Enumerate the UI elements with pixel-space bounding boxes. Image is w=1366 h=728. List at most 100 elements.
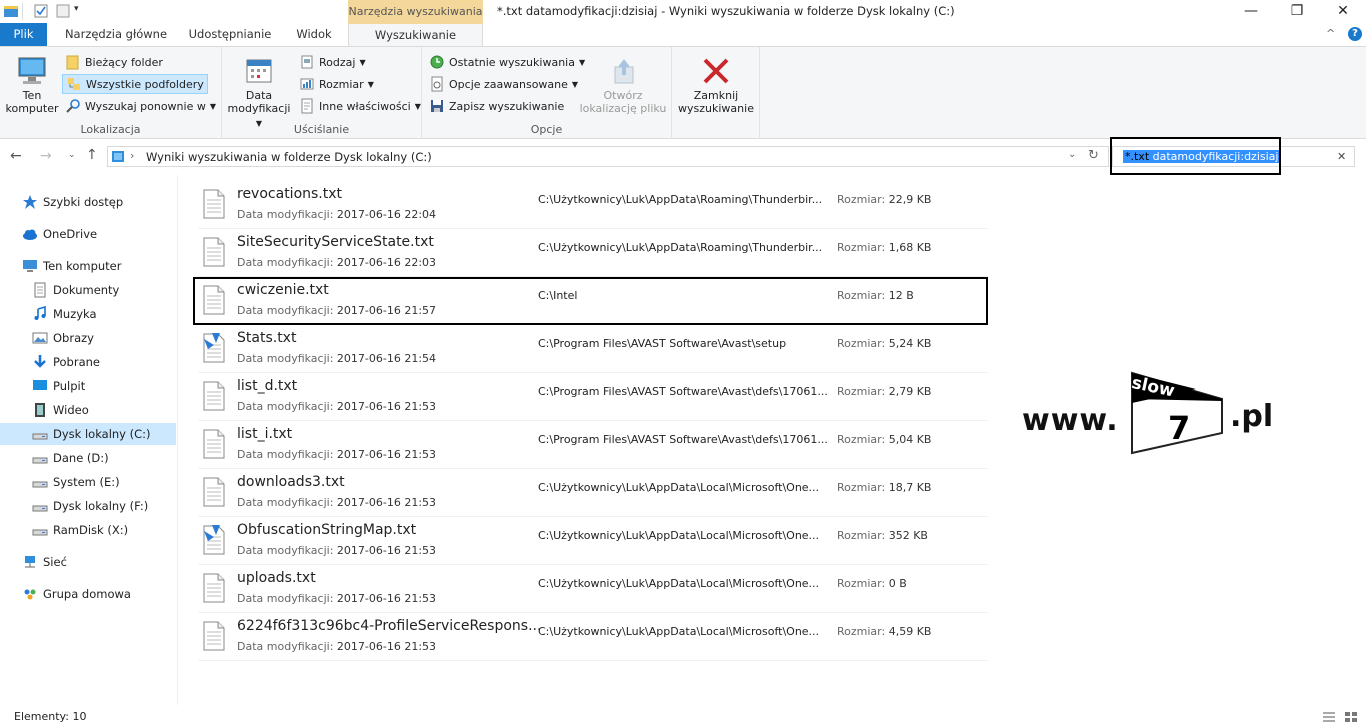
text-file-icon xyxy=(202,381,226,411)
nav-item-13[interactable]: RamDisk (X:) xyxy=(0,519,176,541)
annotation-box-search xyxy=(1110,137,1281,175)
nav-item-7[interactable]: Pulpit xyxy=(0,375,176,397)
file-size: Rozmiar: 5,24 KB xyxy=(837,337,931,350)
recent-locations-chevron-icon[interactable]: ⌄ xyxy=(68,150,76,160)
date-value: 2017-06-16 21:53 xyxy=(336,544,437,557)
back-arrow-icon[interactable]: ← xyxy=(10,148,22,164)
tab-home[interactable]: Narzędzia główne xyxy=(60,23,172,46)
file-size: Rozmiar: 1,68 KB xyxy=(837,241,931,254)
nav-item-label: Muzyka xyxy=(53,307,97,321)
size-value: 1,68 KB xyxy=(888,241,932,254)
breadcrumb-separator-icon: › xyxy=(130,149,135,162)
size-label: Rozmiar: xyxy=(837,529,886,542)
nav-item-3[interactable]: Dokumenty xyxy=(0,279,176,301)
nav-item-5[interactable]: Obrazy xyxy=(0,327,176,349)
search-again-button[interactable]: Wyszukaj ponownie w ▼ xyxy=(62,96,219,116)
nav-item-11[interactable]: System (E:) xyxy=(0,471,176,493)
minimize-button[interactable]: — xyxy=(1228,0,1274,23)
file-path: C:\Użytkownicy\Luk\AppData\Local\Microso… xyxy=(538,577,820,590)
group-options-label: Opcje xyxy=(530,123,563,136)
recent-searches-button[interactable]: Ostatnie wyszukiwania ▼ xyxy=(426,52,588,72)
tab-share[interactable]: Udostępnianie xyxy=(180,23,280,46)
new-folder-icon[interactable] xyxy=(56,4,70,18)
file-name: list_d.txt xyxy=(237,378,298,394)
maximize-button[interactable]: ❐ xyxy=(1274,0,1320,23)
result-row[interactable]: downloads3.txt Data modyfikacji: 2017-06-… xyxy=(198,469,1358,517)
nav-item-2[interactable]: Ten komputer xyxy=(0,255,176,277)
date-label: Data modyfikacji: xyxy=(237,208,334,221)
up-arrow-icon[interactable]: ↑ xyxy=(86,147,98,163)
group-refine: Data modyfikacji ▼ Rodzaj ▼ Rozmiar ▼ In… xyxy=(222,47,422,139)
nav-item-8[interactable]: Wideo xyxy=(0,399,176,421)
nav-item-9[interactable]: Dysk lokalny (C:) xyxy=(0,423,176,445)
settings-text-file-icon xyxy=(202,333,226,363)
refresh-icon[interactable]: ↻ xyxy=(1088,148,1099,163)
open-file-location-button[interactable]: Otwórz lokalizację pliku xyxy=(578,55,668,115)
current-folder-button[interactable]: Bieżący folder xyxy=(62,52,166,72)
address-dropdown-icon[interactable]: ⌄ xyxy=(1068,149,1076,160)
qat-dropdown-icon[interactable]: ▾ xyxy=(74,4,79,14)
advanced-options-button[interactable]: Opcje zaawansowane ▼ xyxy=(426,74,581,94)
tab-file[interactable]: Plik xyxy=(0,23,47,46)
nav-item-label: Szybki dostęp xyxy=(43,195,124,209)
nav-item-6[interactable]: Pobrane xyxy=(0,351,176,373)
address-bar[interactable]: › Wyniki wyszukiwania w folderze Dysk lo… xyxy=(107,146,1109,167)
nav-item-1[interactable]: OneDrive xyxy=(0,223,176,245)
date-value: 2017-06-16 21:53 xyxy=(336,448,437,461)
date-value: 2017-06-16 21:54 xyxy=(336,352,437,365)
large-icons-view-icon[interactable] xyxy=(1344,711,1358,723)
size-label: Rozmiar: xyxy=(837,433,886,446)
nav-item-12[interactable]: Dysk lokalny (F:) xyxy=(0,495,176,517)
music-icon xyxy=(32,305,48,322)
nav-item-15[interactable]: Grupa domowa xyxy=(0,583,176,605)
result-row[interactable]: revocations.txt Data modyfikacji: 2017-06… xyxy=(198,181,1358,229)
result-row[interactable]: Stats.txt Data modyfikacji: 2017-06-16 21… xyxy=(198,325,1358,373)
save-search-button[interactable]: Zapisz wyszukiwanie xyxy=(426,96,567,116)
nav-item-label: Grupa domowa xyxy=(43,587,131,601)
nav-item-0[interactable]: Szybki dostęp xyxy=(0,191,176,213)
close-window-button[interactable]: ✕ xyxy=(1320,0,1366,23)
kind-button[interactable]: Rodzaj ▼ xyxy=(296,52,369,72)
folder-app-icon[interactable] xyxy=(4,4,18,18)
nav-item-label: RamDisk (X:) xyxy=(53,523,129,537)
clear-search-icon[interactable]: ✕ xyxy=(1337,150,1346,163)
nav-item-4[interactable]: Muzyka xyxy=(0,303,176,325)
nav-item-14[interactable]: Sieć xyxy=(0,551,176,573)
address-path[interactable]: Wyniki wyszukiwania w folderze Dysk loka… xyxy=(146,150,432,164)
result-row[interactable]: ObfuscationStringMap.txt Data modyfikacji… xyxy=(198,517,1358,565)
nav-item-label: Dokumenty xyxy=(53,283,120,297)
size-value: 5,24 KB xyxy=(888,337,932,350)
date-value: 2017-06-16 22:03 xyxy=(336,256,437,269)
details-view-icon[interactable] xyxy=(1322,711,1336,723)
tab-view[interactable]: Widok xyxy=(288,23,340,46)
size-value: 0 B xyxy=(888,577,907,590)
tab-search[interactable]: Wyszukiwanie xyxy=(348,23,483,47)
desktop-icon xyxy=(32,378,48,394)
result-row[interactable]: SiteSecurityServiceState.txt Data modyfik… xyxy=(198,229,1358,277)
chevron-down-icon: ▼ xyxy=(414,101,421,111)
result-row[interactable]: uploads.txt Data modyfikacji: 2017-06-16 … xyxy=(198,565,1358,613)
properties-icon[interactable] xyxy=(34,4,48,18)
forward-arrow-icon[interactable]: → xyxy=(40,148,52,164)
collapse-ribbon-icon[interactable]: ^ xyxy=(1326,27,1335,40)
nav-item-10[interactable]: Dane (D:) xyxy=(0,447,176,469)
this-pc-button[interactable]: Ten komputer xyxy=(4,55,60,115)
file-name: Stats.txt xyxy=(237,330,297,346)
size-button[interactable]: Rozmiar ▼ xyxy=(296,74,377,94)
date-modified-button[interactable]: Data modyfikacji ▼ xyxy=(224,55,294,130)
kind-icon xyxy=(299,54,315,70)
result-row[interactable]: 6224f6f313c96bc4-ProfileServiceRespons..… xyxy=(198,613,1358,661)
folder-icon xyxy=(65,54,81,70)
computer-icon xyxy=(22,258,38,274)
date-label: Data modyfikacji: xyxy=(237,496,334,509)
item-count: Elementy: 10 xyxy=(14,710,87,723)
file-path: C:\Użytkownicy\Luk\AppData\Local\Microso… xyxy=(538,625,820,638)
network-icon xyxy=(22,554,38,570)
title-bar: ▾ Narzędzia wyszukiwania *.txt datamodyf… xyxy=(0,0,1366,23)
help-icon[interactable]: ? xyxy=(1348,27,1362,41)
file-size: Rozmiar: 18,7 KB xyxy=(837,481,931,494)
all-subfolders-button[interactable]: Wszystkie podfoldery xyxy=(62,74,208,94)
other-properties-button[interactable]: Inne właściwości ▼ xyxy=(296,96,424,116)
close-search-button[interactable]: Zamknij wyszukiwanie xyxy=(674,55,758,115)
file-date: Data modyfikacji: 2017-06-16 21:53 xyxy=(237,496,436,509)
